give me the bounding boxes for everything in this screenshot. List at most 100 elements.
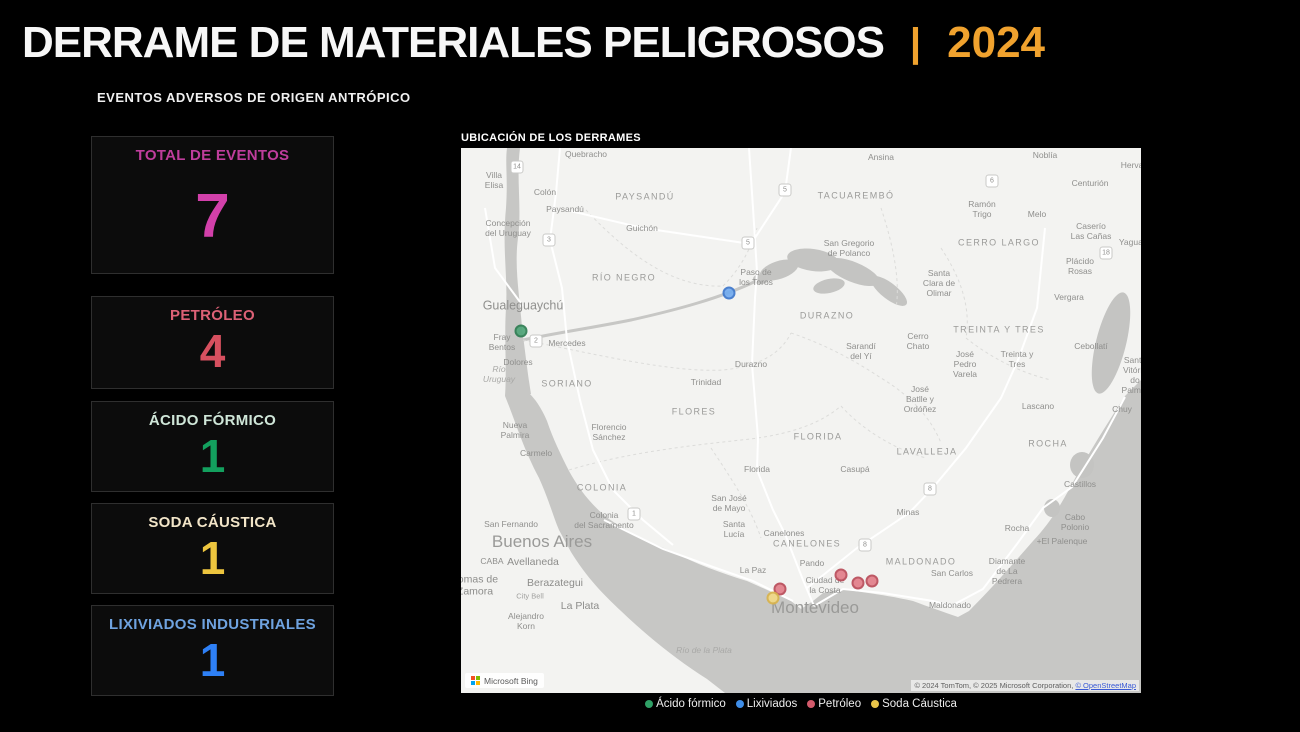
kpi-title: SODA CÁUSTICA [148, 514, 277, 531]
map-label: Durazno [734, 358, 768, 369]
route-shield: 18 [1099, 246, 1113, 260]
map-label: Buenos Aires [491, 531, 593, 551]
map-label: Mercedes [548, 337, 586, 348]
microsoft-logo-square [471, 676, 475, 680]
map-label: Treinta y Tres [1000, 348, 1034, 369]
map-label: Vergara [1054, 291, 1084, 302]
map-label: LAVALLEJA [896, 446, 958, 457]
kpi-value: 7 [195, 182, 230, 251]
map-point-lixiviados[interactable] [722, 286, 736, 300]
map-label: Caserío Las Cañas [1070, 220, 1112, 241]
map-label: Guichón [626, 222, 658, 233]
map-label: José Pedro Varela [953, 348, 977, 380]
map-label: Fray Bentos [488, 331, 516, 352]
map-label: TREINTA Y TRES [953, 324, 1045, 335]
map-label: Noblía [1032, 149, 1058, 160]
map-label: Santa Clara de Olimar [922, 267, 956, 299]
legend-item[interactable]: Soda Cáustica [871, 698, 957, 710]
legend-item[interactable]: Lixiviados [735, 698, 798, 710]
kpi-value: 4 [199, 325, 226, 377]
map-label: Berazategui [526, 576, 584, 589]
map-label: FLORIDA [793, 431, 843, 442]
route-shield: 1 [627, 507, 641, 521]
map-label: ROCHA [1028, 438, 1068, 449]
kpi-card-soda-caustica[interactable]: SODA CÁUSTICA 1 [91, 503, 334, 594]
microsoft-logo-square [476, 681, 480, 685]
openstreetmap-link[interactable]: © OpenStreetMap [1075, 681, 1136, 690]
map-label: Centurión [1071, 177, 1109, 188]
map-label: Gualeguaychú [482, 298, 564, 313]
microsoft-logo-square [471, 681, 475, 685]
title-separator: | [909, 21, 922, 65]
route-shield: 2 [529, 334, 543, 348]
bing-logo[interactable]: Microsoft Bing [465, 673, 544, 688]
page-subtitle: EVENTOS ADVERSOS DE ORIGEN ANTRÓPICO [97, 90, 411, 105]
map-label: Alejandro Korn [508, 610, 544, 631]
title-year: 2024 [947, 18, 1046, 67]
kpi-card-petroleo[interactable]: PETRÓLEO 4 [91, 296, 334, 389]
map-label: Chuy [1112, 403, 1132, 414]
map-label: San Gregorio de Polanco [823, 237, 875, 258]
map-label: Cebollatí [1074, 340, 1108, 351]
legend-item[interactable]: Petróleo [807, 698, 861, 710]
map-label: Colón [533, 186, 557, 197]
map-label: Minas [896, 506, 920, 517]
legend-label: Ácido fórmico [656, 698, 726, 710]
map-label: Cabo Polonio [1060, 511, 1090, 532]
map-label: Ansina [868, 151, 894, 162]
kpi-title: LIXIVIADOS INDUSTRIALES [109, 616, 316, 633]
map-label: PAYSANDÚ [615, 191, 675, 202]
map-label: Florencio Sánchez [591, 421, 627, 442]
map-canvas[interactable]: Quebracho Villa Elisa Colón Paysandú PAYSAND… [461, 148, 1141, 693]
legend-item[interactable]: Ácido fórmico [645, 698, 726, 710]
route-shield: 8 [923, 482, 937, 496]
map-label: RÍO NEGRO [591, 272, 657, 283]
kpi-card-lixiviados[interactable]: LIXIVIADOS INDUSTRIALES 1 [91, 605, 334, 696]
map-label: Diamante de La Pedrera [988, 555, 1026, 587]
kpi-card-total-eventos[interactable]: TOTAL DE EVENTOS 7 [91, 136, 334, 274]
map-title: UBICACIÓN DE LOS DERRAMES [461, 132, 641, 144]
map-label: La Paz [739, 564, 767, 575]
map-label: Yaguarón [1118, 236, 1141, 247]
map-point-acido-formico[interactable] [514, 324, 528, 338]
legend-dot-icon [735, 700, 744, 708]
map-label: Cerro Chato [906, 330, 930, 351]
map-label: San Fernando [484, 518, 538, 529]
route-shield: 14 [510, 160, 524, 174]
map-point-petroleo[interactable] [865, 574, 879, 588]
kpi-title: ÁCIDO FÓRMICO [148, 412, 277, 429]
kpi-title: PETRÓLEO [170, 307, 255, 324]
map-label: Carmelo [519, 447, 553, 458]
map-label: Lascano [1021, 400, 1055, 411]
map-label: Trinidad [690, 376, 722, 387]
page-header: DERRAME DE MATERIALES PELIGROSOS | 2024 [22, 18, 1045, 68]
map-label: Canelones [763, 527, 805, 538]
map-label: Villa Elisa [484, 169, 504, 190]
map-point-soda-caustica[interactable] [766, 591, 780, 605]
microsoft-logo-square [476, 676, 480, 680]
legend-label: Lixiviados [746, 698, 798, 710]
map-label: MALDONADO [885, 556, 957, 567]
map-label: SORIANO [541, 378, 593, 389]
map-point-petroleo[interactable] [851, 576, 865, 590]
kpi-value: 1 [199, 634, 226, 686]
map-label: Concepción del Uruguay [485, 217, 531, 238]
map-label: José Batlle y Ordóñez [903, 383, 937, 415]
legend-label: Petróleo [818, 698, 862, 710]
map-label: Pando [799, 557, 825, 568]
map-label: Avellaneda [507, 555, 559, 568]
kpi-value: 1 [199, 532, 226, 584]
microsoft-logo-icon [471, 676, 480, 685]
map-label: Herval [1120, 159, 1141, 170]
map-label: DURAZNO [799, 310, 855, 321]
map-point-petroleo[interactable] [834, 568, 848, 582]
map-label: City Bell [516, 591, 544, 601]
map-label: Castillos [1063, 478, 1097, 489]
map-label: Plácido Rosas [1066, 255, 1094, 276]
map-label-layer: Quebracho Villa Elisa Colón Paysandú PAYSAND… [461, 148, 1141, 693]
legend-dot-icon [645, 700, 654, 708]
map-label: Santa Vitória do Palmar [1121, 354, 1141, 396]
map-label: Río de la Plata [676, 644, 732, 655]
kpi-card-acido-formico[interactable]: ÁCIDO FÓRMICO 1 [91, 401, 334, 492]
map-attribution: © 2024 TomTom, © 2025 Microsoft Corporat… [911, 680, 1139, 691]
